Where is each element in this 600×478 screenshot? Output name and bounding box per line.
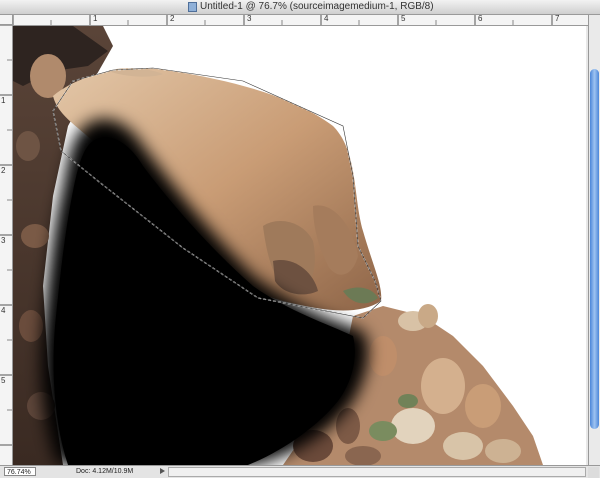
document-canvas[interactable] <box>13 26 586 465</box>
status-menu-arrow-icon[interactable] <box>160 468 165 474</box>
canvas-artwork <box>13 26 543 465</box>
ruler-label: 3 <box>1 236 6 245</box>
ruler-label: 4 <box>1 306 6 315</box>
ruler-label: 1 <box>1 96 6 105</box>
ruler-label: 6 <box>478 14 483 23</box>
vertical-scrollbar[interactable] <box>588 15 600 465</box>
document-size-info[interactable]: Doc: 4.12M/10.9M <box>76 468 133 475</box>
ruler-label: 3 <box>247 14 252 23</box>
horizontal-scrollbar[interactable] <box>168 467 586 477</box>
horizontal-ruler-ticks <box>13 15 553 25</box>
ruler-origin[interactable] <box>0 15 13 25</box>
ruler-label: 1 <box>93 14 98 23</box>
resize-grip-icon[interactable] <box>588 467 599 478</box>
ruler-label: 5 <box>401 14 406 23</box>
ruler-label: 4 <box>324 14 329 23</box>
photoshop-document-window: Untitled-1 @ 76.7% (sourceimagemedium-1,… <box>0 0 600 478</box>
ruler-label: 7 <box>555 14 560 23</box>
document-icon <box>188 2 197 12</box>
status-bar: 76.74% Doc: 4.12M/10.9M <box>0 465 600 478</box>
title-bar[interactable]: Untitled-1 @ 76.7% (sourceimagemedium-1,… <box>0 0 600 15</box>
vertical-ruler-ticks <box>0 25 12 446</box>
horizontal-ruler[interactable]: 1 2 3 4 5 6 7 <box>13 15 588 26</box>
ruler-label: 5 <box>1 376 6 385</box>
window-title: Untitled-1 @ 76.7% (sourceimagemedium-1,… <box>200 1 434 12</box>
zoom-level-field[interactable]: 76.74% <box>4 467 36 476</box>
ruler-label: 2 <box>170 14 175 23</box>
vertical-ruler[interactable]: 1 2 3 4 5 <box>0 25 13 465</box>
ruler-label: 2 <box>1 166 6 175</box>
vertical-scroll-thumb[interactable] <box>590 69 599 429</box>
